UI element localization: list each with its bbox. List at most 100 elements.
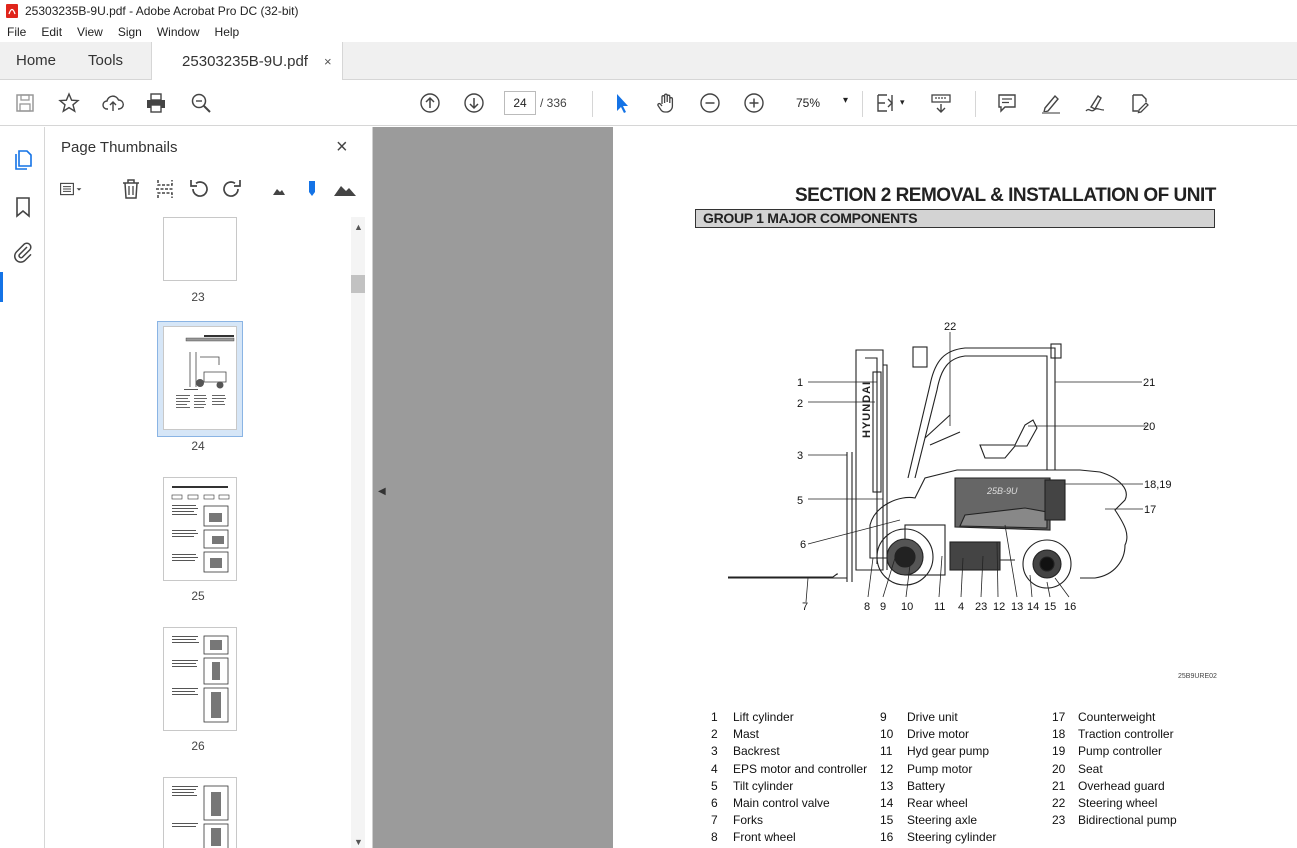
callout-label: 14 [1027,601,1039,613]
legend-item: 12 Pump motor [880,761,996,778]
star-icon[interactable] [57,91,81,115]
thumbnail-page-25[interactable] [163,477,237,581]
legend-text: Front wheel [733,830,796,845]
callout-label: 11 [934,601,945,613]
thumbnail-scrollbar[interactable] [351,217,365,848]
thumbnail-page-24[interactable] [163,326,237,430]
previous-page-icon[interactable] [418,91,442,115]
legend-text: Traction controller [1078,727,1174,742]
scrollbar-thumb[interactable] [351,275,365,293]
legend-text: Pump controller [1078,744,1163,759]
scroll-up-icon[interactable]: ▲ [354,222,363,232]
legend-number: 11 [880,744,893,759]
menu-edit[interactable]: Edit [34,25,70,39]
upload-cloud-icon[interactable] [101,91,125,115]
legend-item: 6 Main control valve [711,795,867,812]
draw-sign-icon[interactable] [1083,91,1107,115]
menu-sign[interactable]: Sign [111,25,150,39]
legend-text: Steering cylinder [907,830,997,845]
legend-item: 5 Tilt cylinder [711,778,867,795]
legend-column-1: 1 Lift cylinder 2 Mast 3 Backrest 4 EPS moto… [711,709,867,847]
larger-thumbnails-icon[interactable] [333,177,357,201]
legend-text: Bidirectional pump [1078,813,1177,828]
document-gutter [373,127,613,848]
legend-text: Tilt cylinder [733,778,794,793]
zoom-dropdown[interactable]: 75% ▾ [784,91,854,115]
menu-window[interactable]: Window [150,25,208,39]
print-icon[interactable] [144,91,168,115]
legend-text: Forks [733,813,763,828]
smaller-thumbnails-icon[interactable] [267,177,291,201]
menu-bar: File Edit View Sign Window Help [0,22,1297,42]
zoom-search-icon[interactable] [189,91,213,115]
panel-title: Page Thumbnails [61,139,178,156]
legend-number: 3 [711,744,718,759]
thumbnails-panel: Page Thumbnails × 23 24 25 26 ▲ ▼ [45,127,373,848]
callout-label: 10 [901,601,913,613]
diagram-brand-text: HYUNDAI [861,381,873,438]
callout-label: 9 [880,601,886,613]
thumbnail-page-27[interactable] [163,777,237,848]
title-bar: 25303235B-9U.pdf - Adobe Acrobat Pro DC … [0,0,1297,22]
legend-item: 13 Battery [880,778,996,795]
highlight-pen-icon[interactable] [1039,91,1063,115]
callout-label: 16 [1064,601,1076,613]
extract-pages-icon[interactable] [153,177,177,201]
select-cursor-icon[interactable] [610,91,634,115]
page-fit-icon[interactable] [874,91,898,115]
tab-document[interactable]: 25303235B-9U.pdf × [151,42,343,81]
legend-item: 3 Backrest [711,743,867,760]
save-icon[interactable] [13,91,37,115]
thumbnail-page-26[interactable] [163,627,237,731]
legend-column-3: 17 Counterweight 18 Traction controller 19… [1052,709,1177,829]
tab-home[interactable]: Home [0,42,72,79]
insert-marker-icon[interactable] [300,177,324,201]
menu-help[interactable]: Help [208,25,248,39]
edit-pdf-icon[interactable] [1127,91,1151,115]
thumbnail-label: 23 [191,290,205,304]
bookmark-icon[interactable] [11,195,35,219]
thumbnail-page-23[interactable] [163,217,237,281]
menu-view[interactable]: View [70,25,111,39]
hand-tool-icon[interactable] [654,91,678,115]
legend-item: 18 Traction controller [1052,726,1177,743]
close-icon[interactable]: × [336,136,348,159]
delete-icon[interactable] [119,177,143,201]
tab-close-icon[interactable]: × [324,54,332,69]
comment-icon[interactable] [995,91,1019,115]
zoom-out-icon[interactable] [698,91,722,115]
rotate-left-icon[interactable] [187,177,211,201]
page-number-input[interactable]: 24 [504,91,536,115]
legend-number: 6 [711,796,718,811]
tab-tools[interactable]: Tools [72,42,139,79]
callout-label: 7 [802,601,808,613]
options-menu-icon[interactable] [59,177,83,201]
legend-text: Hyd gear pump [907,744,990,759]
section-title: SECTION 2 REMOVAL & INSTALLATION OF UNIT [795,185,1216,206]
toolbar-divider [862,91,863,117]
callout-label: 1 [797,377,803,389]
rotate-right-icon[interactable] [220,177,244,201]
diagram-model-text: 25B-9U [986,486,1018,496]
zoom-in-icon[interactable] [742,91,766,115]
legend-item: 11 Hyd gear pump [880,743,996,760]
panel-toolbar [45,173,372,209]
legend-text: Lift cylinder [733,710,794,724]
legend-number: 5 [711,778,718,793]
legend-number: 19 [1052,744,1066,759]
thumbnail-page-26-preview [172,635,229,723]
legend-column-2: 9 Drive unit 10 Drive motor 11 Hyd gear pum… [880,709,996,847]
next-page-icon[interactable] [462,91,486,115]
keyboard-scroll-icon[interactable] [929,91,953,115]
chevron-down-icon[interactable]: ▾ [900,97,905,108]
collapse-panel-icon[interactable]: ◀ [378,486,386,497]
page-thumbnails-icon[interactable] [11,148,35,172]
attachment-icon[interactable] [11,240,35,264]
tab-home-label: Home [16,52,57,69]
main-toolbar [0,80,1297,126]
callout-label: 6 [800,539,806,551]
legend-number: 12 [880,761,894,776]
menu-file[interactable]: File [0,25,34,39]
callout-label: 12 [993,601,1005,613]
scroll-down-icon[interactable]: ▼ [354,837,363,847]
